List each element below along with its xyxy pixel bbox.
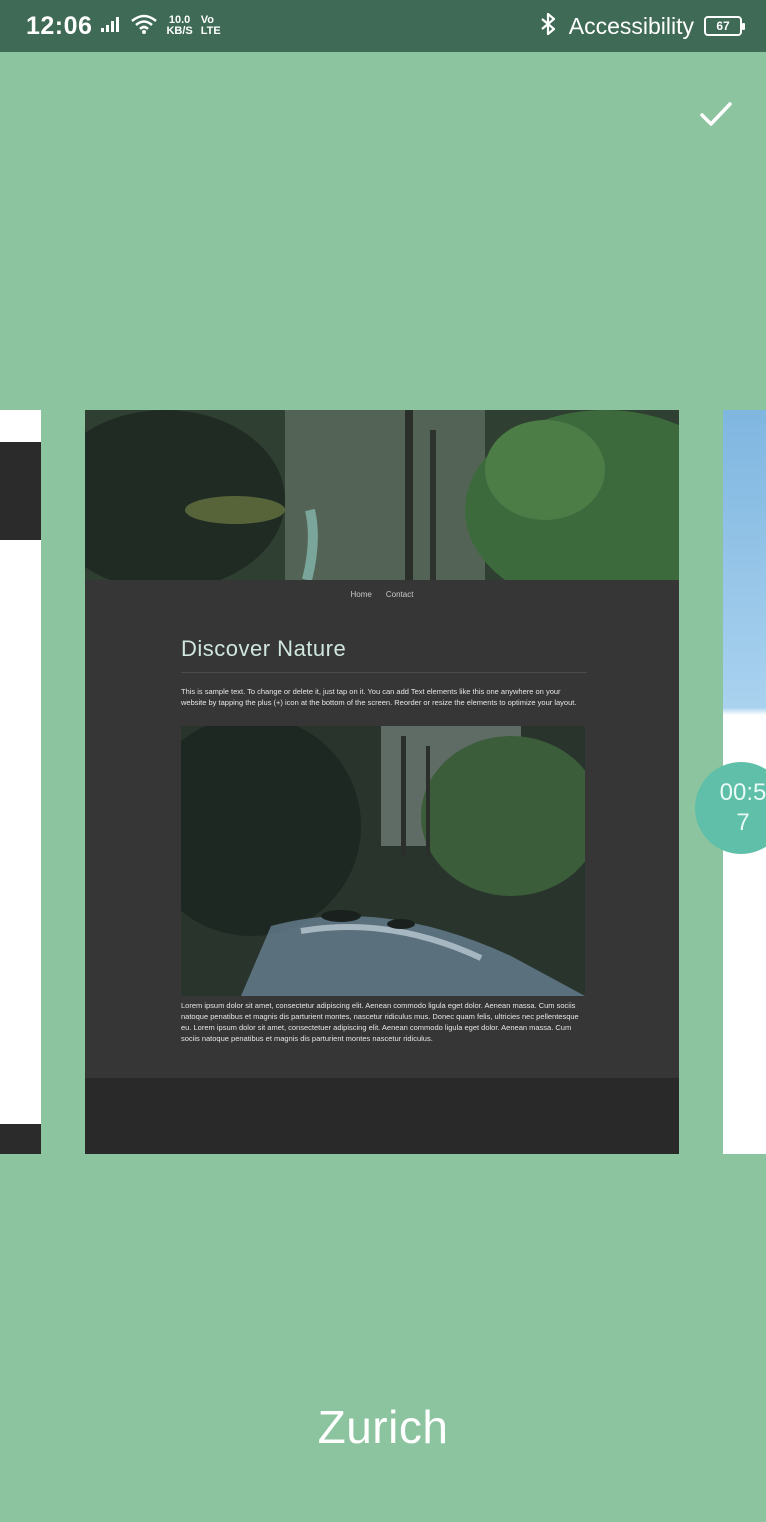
wifi-icon <box>130 13 158 40</box>
title-divider <box>181 672 587 673</box>
network-speed: 10.0 KB/S <box>166 15 192 37</box>
battery-level: 67 <box>716 19 730 33</box>
previous-template-card[interactable] <box>0 410 41 1154</box>
status-bar: 12:06 10.0 KB/S Vo LTE Accessibility 67 <box>0 0 766 52</box>
signal-icon <box>100 15 122 38</box>
template-paragraph-2: Lorem ipsum dolor sit amet, consectetur … <box>181 1001 579 1043</box>
volte-bottom: LTE <box>200 25 221 37</box>
previous-card-header <box>0 442 41 540</box>
template-nav-home: Home <box>350 589 372 599</box>
volte-indicator: Vo LTE <box>201 15 221 37</box>
status-left: 12:06 10.0 KB/S Vo LTE <box>26 12 221 41</box>
template-nav: Home Contact <box>85 582 679 606</box>
bluetooth-icon <box>537 12 559 41</box>
status-time: 12:06 <box>26 11 93 40</box>
template-footer <box>85 1078 679 1154</box>
template-preview-card[interactable]: Home Contact Discover Nature This is sam… <box>85 410 679 1154</box>
hero-image <box>85 410 679 580</box>
timer-value: 00:57 <box>719 779 766 836</box>
network-speed-unit: KB/S <box>166 25 193 37</box>
content-image <box>181 726 585 996</box>
previous-card-footer <box>0 1124 41 1154</box>
battery-icon: 67 <box>704 16 745 36</box>
confirm-button[interactable] <box>696 94 736 134</box>
check-icon <box>700 102 732 126</box>
template-paragraph-1: This is sample text. To change or delete… <box>181 687 577 707</box>
template-name-label: Zurich <box>317 1401 449 1453</box>
status-right: Accessibility 67 <box>537 12 745 41</box>
template-nav-contact: Contact <box>385 589 414 599</box>
accessibility-label: Accessibility <box>568 12 694 39</box>
timer-badge: 00:57 <box>695 762 766 854</box>
template-title: Discover Nature <box>181 636 347 661</box>
